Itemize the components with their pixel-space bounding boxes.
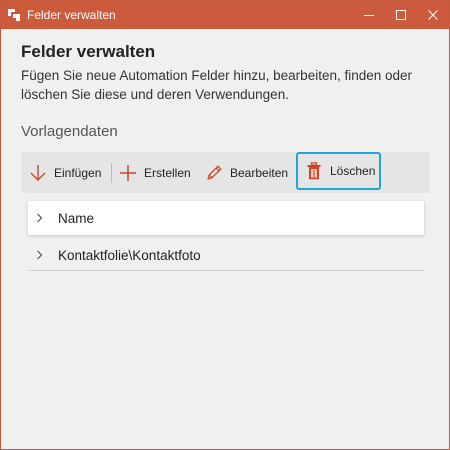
tree-item-label: Kontaktfolie\Kontaktfoto	[58, 247, 201, 263]
tree-item-label: Name	[58, 210, 95, 226]
minimize-button[interactable]	[353, 1, 385, 29]
einfuegen-label: Einfügen	[54, 165, 102, 180]
bearbeiten-button[interactable]: Bearbeiten	[205, 152, 288, 193]
app-logo-icon	[8, 9, 20, 21]
loeschen-button[interactable]: Löschen	[296, 152, 381, 190]
arrow-down-icon	[30, 164, 46, 181]
toolbar-divider	[111, 163, 112, 183]
maximize-button[interactable]	[385, 1, 417, 29]
erstellen-button[interactable]: Erstellen	[119, 152, 191, 193]
plus-icon	[120, 164, 136, 181]
chevron-right-icon[interactable]	[36, 213, 43, 223]
list-divider	[28, 270, 424, 271]
toolbar: Einfügen Erstellen Bearbeiten Löschen	[21, 152, 430, 193]
close-button[interactable]	[417, 1, 449, 29]
pencil-icon	[207, 165, 222, 180]
minimize-icon	[364, 15, 374, 16]
dialog-description: Fügen Sie neue Automation Felder hinzu, …	[21, 68, 413, 102]
title-bar[interactable]: Felder verwalten	[1, 1, 449, 29]
dialog-window: Felder verwalten Felder verwalten Fügen …	[0, 0, 450, 450]
close-icon	[428, 10, 438, 20]
section-title: Vorlagendaten	[21, 123, 118, 140]
window-title: Felder verwalten	[27, 8, 116, 22]
tree-item-kontaktfolie[interactable]: Kontaktfolie\Kontaktfoto	[28, 238, 424, 272]
tree-item-name[interactable]: Name	[28, 201, 424, 235]
erstellen-label: Erstellen	[144, 165, 191, 180]
loeschen-label: Löschen	[330, 164, 376, 178]
einfuegen-button[interactable]: Einfügen	[29, 152, 101, 193]
maximize-icon	[396, 10, 406, 20]
trash-icon	[307, 162, 321, 180]
bearbeiten-label: Bearbeiten	[230, 165, 289, 180]
chevron-right-icon[interactable]	[36, 250, 43, 260]
dialog-heading: Felder verwalten	[21, 42, 156, 61]
